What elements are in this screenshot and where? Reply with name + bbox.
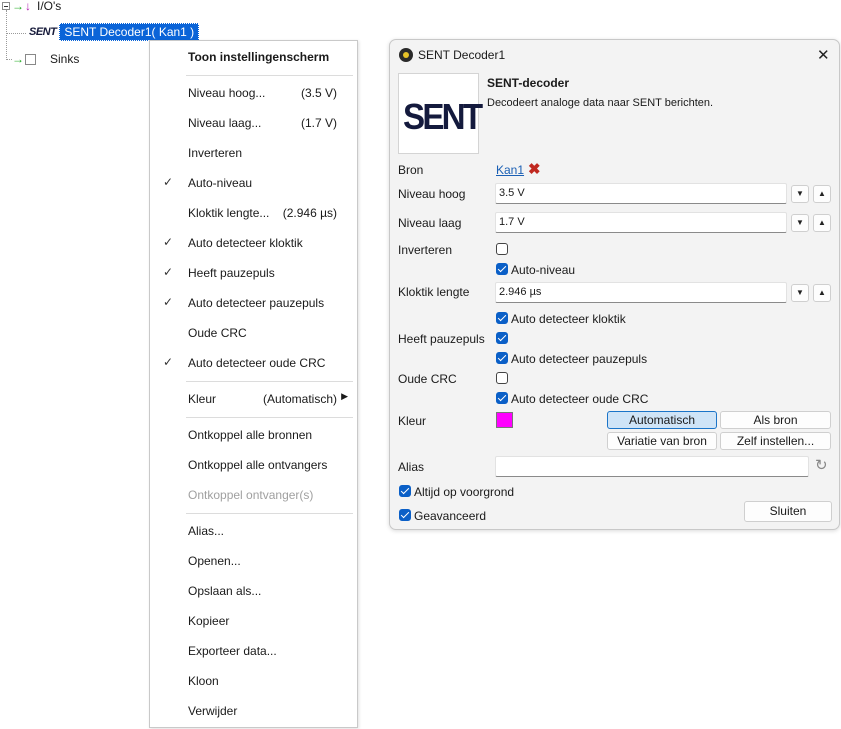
tree-node-sent-decoder[interactable]: SENT SENT Decoder1( Kan1 ) [29, 23, 200, 41]
menu-item-openen[interactable]: Openen... [150, 549, 357, 573]
sent-logo: SENT [398, 73, 483, 154]
kleur-swatch[interactable] [496, 412, 513, 428]
variatie-van-bron-button[interactable]: Variatie van bron [607, 432, 717, 450]
auto-niveau-label: Auto-niveau [511, 263, 576, 277]
menu-item-auto-detecteer-kloktik[interactable]: ✓ Auto detecteer kloktik [150, 231, 357, 255]
tree-node-ios-label: I/O's [37, 0, 62, 13]
zelf-instellen-button[interactable]: Zelf instellen... [720, 432, 831, 450]
menu-item-oude-crc[interactable]: Oude CRC [150, 321, 357, 345]
menu-item-ontkoppel-ontvangers: Ontkoppel ontvanger(s) [188, 488, 314, 502]
dialog-title: SENT Decoder1 [418, 48, 506, 62]
collapse-icon[interactable] [2, 2, 10, 10]
inverteren-label: Inverteren [398, 243, 453, 257]
settings-dialog: SENT Decoder1 ✕ SENT SENT-decoder Decode… [389, 39, 840, 530]
sink-box-icon [25, 53, 36, 65]
menu-item-ontkoppel-alle-ontvangers[interactable]: Ontkoppel alle ontvangers [150, 453, 357, 477]
input-arrow-icon: → [12, 0, 24, 13]
niveau-hoog-increment-button[interactable]: ▲ [813, 185, 831, 203]
menu-item-kloon[interactable]: Kloon [150, 669, 357, 693]
menu-separator [186, 381, 353, 382]
remove-source-icon[interactable]: ✖ [528, 160, 541, 178]
auto-detecteer-pauzepuls-label: Auto detecteer pauzepuls [511, 352, 648, 366]
niveau-laag-label: Niveau laag [398, 216, 462, 230]
menu-item-inverteren[interactable]: Inverteren [150, 141, 357, 165]
dialog-heading: SENT-decoder [487, 76, 570, 90]
oude-crc-label: Oude CRC [398, 372, 457, 386]
menu-item-niveau-hoog[interactable]: Niveau hoog... (3.5 V) [150, 81, 357, 105]
bron-link[interactable]: Kan1 [496, 163, 524, 177]
alias-label: Alias [398, 460, 425, 474]
menu-separator [186, 75, 353, 76]
heeft-pauzepuls-checkbox[interactable] [496, 332, 508, 344]
heeft-pauzepuls-label: Heeft pauzepuls [398, 332, 485, 346]
oude-crc-checkbox[interactable] [496, 372, 508, 384]
auto-detecteer-pauzepuls-checkbox[interactable] [496, 352, 508, 364]
sent-decoder-icon: SENT [29, 26, 57, 38]
menu-item-opslaan-als[interactable]: Opslaan als... [150, 579, 357, 603]
niveau-laag-increment-button[interactable]: ▲ [813, 214, 831, 232]
menu-item-auto-detecteer-pauzepuls[interactable]: ✓ Auto detecteer pauzepuls [150, 291, 357, 315]
auto-niveau-checkbox[interactable] [496, 263, 508, 275]
geavanceerd-label: Geavanceerd [414, 509, 487, 523]
menu-item-verwijder[interactable]: Verwijder [150, 699, 357, 723]
inverteren-checkbox[interactable] [496, 243, 508, 255]
menu-item-niveau-laag[interactable]: Niveau laag... (1.7 V) [150, 111, 357, 135]
check-icon: ✓ [163, 295, 174, 309]
kloktik-lengte-label: Kloktik lengte [398, 285, 470, 299]
menu-item-auto-detecteer-oude-crc[interactable]: ✓ Auto detecteer oude CRC [150, 351, 357, 375]
tree-guide-line [6, 33, 26, 34]
dialog-description: Decodeert analoge data naar SENT bericht… [487, 97, 714, 109]
bron-label: Bron [398, 163, 424, 177]
tree-node-sinks-label: Sinks [50, 52, 80, 66]
submenu-arrow-icon: ▶ [341, 391, 348, 401]
menu-item-alias[interactable]: Alias... [150, 519, 357, 543]
check-icon: ✓ [163, 175, 174, 189]
niveau-laag-input[interactable]: 1.7 V [495, 212, 787, 233]
auto-detecteer-kloktik-label: Auto detecteer kloktik [511, 312, 626, 326]
menu-separator [186, 417, 353, 418]
auto-detecteer-kloktik-checkbox[interactable] [496, 312, 508, 324]
sink-arrow-icon: → [12, 52, 24, 66]
close-icon[interactable]: ✕ [817, 46, 830, 64]
check-icon: ✓ [163, 355, 174, 369]
check-icon: ✓ [163, 235, 174, 249]
sent-logo-text: SENT [403, 96, 483, 137]
menu-item-kloktik-lengte[interactable]: Kloktik lengte... (2.946 µs) [150, 201, 357, 225]
altijd-op-voorgrond-label: Altijd op voorgrond [414, 485, 515, 499]
menu-item-exporteer-data[interactable]: Exporteer data... [150, 639, 357, 663]
menu-item-kopieer[interactable]: Kopieer [150, 609, 357, 633]
niveau-laag-decrement-button[interactable]: ▼ [791, 214, 809, 232]
niveau-hoog-label: Niveau hoog [398, 187, 466, 201]
als-bron-button[interactable]: Als bron [720, 411, 831, 429]
alias-input[interactable] [495, 456, 809, 477]
output-arrow-icon: ↓ [25, 0, 31, 13]
reset-alias-icon[interactable]: ↻ [815, 456, 828, 474]
niveau-hoog-decrement-button[interactable]: ▼ [791, 185, 809, 203]
automatisch-button[interactable]: Automatisch [607, 411, 717, 429]
geavanceerd-checkbox[interactable] [399, 509, 411, 521]
niveau-hoog-input[interactable]: 3.5 V [495, 183, 787, 204]
menu-item-ontkoppel-alle-bronnen[interactable]: Ontkoppel alle bronnen [150, 423, 357, 447]
kleur-label: Kleur [398, 414, 427, 428]
tree-guide-line [6, 10, 7, 60]
menu-item-heeft-pauzepuls[interactable]: ✓ Heeft pauzepuls [150, 261, 357, 285]
sluiten-button[interactable]: Sluiten [744, 501, 832, 522]
menu-item-toon-instellingenscherm[interactable]: Toon instellingenscherm [150, 45, 357, 69]
context-menu: Toon instellingenscherm Niveau hoog... (… [149, 40, 358, 728]
tree-node-sinks[interactable]: → Sinks [12, 50, 79, 68]
auto-detecteer-oude-crc-checkbox[interactable] [496, 392, 508, 404]
menu-item-kleur[interactable]: Kleur (Automatisch) ▶ [150, 387, 357, 411]
altijd-op-voorgrond-checkbox[interactable] [399, 485, 411, 497]
menu-item-auto-niveau[interactable]: ✓ Auto-niveau [150, 171, 357, 195]
menu-separator [186, 513, 353, 514]
kloktik-increment-button[interactable]: ▲ [813, 284, 831, 302]
check-icon: ✓ [163, 265, 174, 279]
tree-node-ios[interactable]: → ↓ I/O's [2, 0, 61, 15]
kloktik-lengte-input[interactable]: 2.946 µs [495, 282, 787, 303]
auto-detecteer-oude-crc-label: Auto detecteer oude CRC [511, 392, 649, 406]
app-icon [399, 48, 413, 62]
kloktik-decrement-button[interactable]: ▼ [791, 284, 809, 302]
tree-node-selected-label[interactable]: SENT Decoder1( Kan1 ) [59, 23, 200, 41]
